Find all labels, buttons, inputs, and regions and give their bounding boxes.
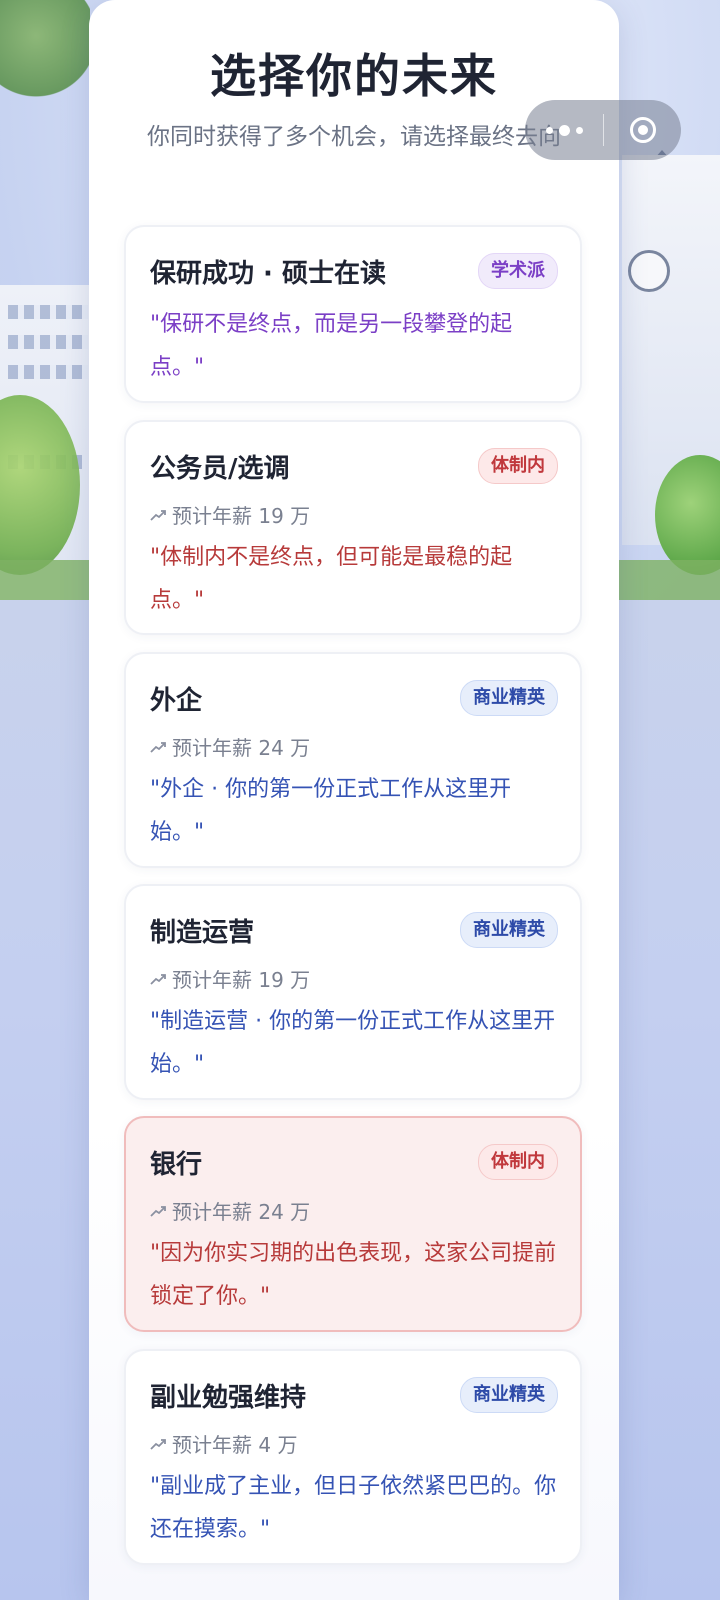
option-card-manufacturing[interactable]: 制造运营 商业精英 预计年薪 19 万 "制造运营 · 你的第一份正式工作从这里… bbox=[124, 884, 582, 1100]
card-quote: "外企 · 你的第一份正式工作从这里开始。" bbox=[150, 777, 512, 845]
page-title: 选择你的未来 bbox=[210, 49, 498, 103]
option-card-bank[interactable]: 银行 体制内 预计年薪 24 万 "因为你实习期的出色表现，这家公司提前锁定了你… bbox=[124, 1116, 582, 1332]
salary-text: 预计年薪 19 万 bbox=[172, 504, 311, 528]
card-quote: "保研不是终点，而是另一段攀登的起点。" bbox=[150, 312, 513, 380]
option-card-side-business[interactable]: 副业勉强维持 商业精英 预计年薪 4 万 "副业成了主业，但日子依然紧巴巴的。你… bbox=[124, 1349, 582, 1565]
salary-text: 预计年薪 19 万 bbox=[172, 968, 311, 992]
more-dots-icon bbox=[545, 126, 553, 134]
clock-face bbox=[628, 250, 670, 292]
category-badge: 学术派 bbox=[478, 253, 558, 289]
card-quote: "体制内不是终点，但可能是最稳的起点。" bbox=[150, 545, 513, 613]
salary-row: 预计年薪 24 万 bbox=[150, 1196, 310, 1225]
option-card-civil-servant[interactable]: 公务员/选调 体制内 预计年薪 19 万 "体制内不是终点，但可能是最稳的起点。… bbox=[124, 420, 582, 635]
category-badge: 商业精英 bbox=[460, 912, 558, 948]
more-dots-icon bbox=[558, 124, 570, 136]
building-windows bbox=[8, 335, 88, 349]
category-badge: 体制内 bbox=[478, 448, 558, 484]
salary-text: 预计年薪 24 万 bbox=[172, 1200, 311, 1224]
salary-row: 预计年薪 19 万 bbox=[150, 964, 310, 993]
salary-row: 预计年薪 4 万 bbox=[150, 1429, 297, 1458]
card-quote: "副业成了主业，但日子依然紧巴巴的。你还在摸索。" bbox=[150, 1474, 557, 1542]
trend-up-icon bbox=[150, 1205, 166, 1217]
trend-up-icon bbox=[150, 509, 166, 521]
category-badge: 体制内 bbox=[478, 1144, 558, 1180]
trend-up-icon bbox=[150, 1438, 166, 1450]
more-button[interactable] bbox=[525, 100, 603, 160]
page-subtitle: 你同时获得了多个机会，请选择最终去向 bbox=[147, 124, 561, 150]
tree-branch bbox=[0, 0, 90, 120]
salary-row: 预计年薪 24 万 bbox=[150, 732, 310, 761]
salary-text: 预计年薪 24 万 bbox=[172, 736, 311, 760]
salary-text: 预计年薪 4 万 bbox=[172, 1433, 298, 1457]
trend-up-icon bbox=[150, 741, 166, 753]
building-windows bbox=[8, 305, 88, 319]
card-quote: "因为你实习期的出色表现，这家公司提前锁定了你。" bbox=[150, 1241, 557, 1309]
card-title: 公务员/选调 bbox=[150, 454, 290, 484]
card-title: 副业勉强维持 bbox=[150, 1383, 307, 1413]
salary-row: 预计年薪 19 万 bbox=[150, 500, 310, 529]
card-title: 银行 bbox=[150, 1150, 203, 1180]
card-title: 制造运营 bbox=[150, 918, 255, 948]
card-title: 保研成功 · 硕士在读 bbox=[150, 259, 386, 289]
more-dots-icon bbox=[575, 126, 583, 134]
close-button[interactable] bbox=[604, 100, 681, 160]
card-quote: "制造运营 · 你的第一份正式工作从这里开始。" bbox=[150, 1009, 556, 1077]
card-title: 外企 bbox=[150, 686, 203, 716]
target-close-icon bbox=[629, 117, 656, 143]
trend-up-icon bbox=[150, 973, 166, 985]
category-badge: 商业精英 bbox=[460, 1377, 558, 1413]
building-windows bbox=[8, 365, 88, 379]
option-card-foreign-company[interactable]: 外企 商业精英 预计年薪 24 万 "外企 · 你的第一份正式工作从这里开始。" bbox=[124, 652, 582, 868]
option-card-postgraduate[interactable]: 保研成功 · 硕士在读 学术派 "保研不是终点，而是另一段攀登的起点。" bbox=[124, 225, 582, 403]
miniprogram-capsule bbox=[525, 100, 681, 160]
category-badge: 商业精英 bbox=[460, 680, 558, 716]
